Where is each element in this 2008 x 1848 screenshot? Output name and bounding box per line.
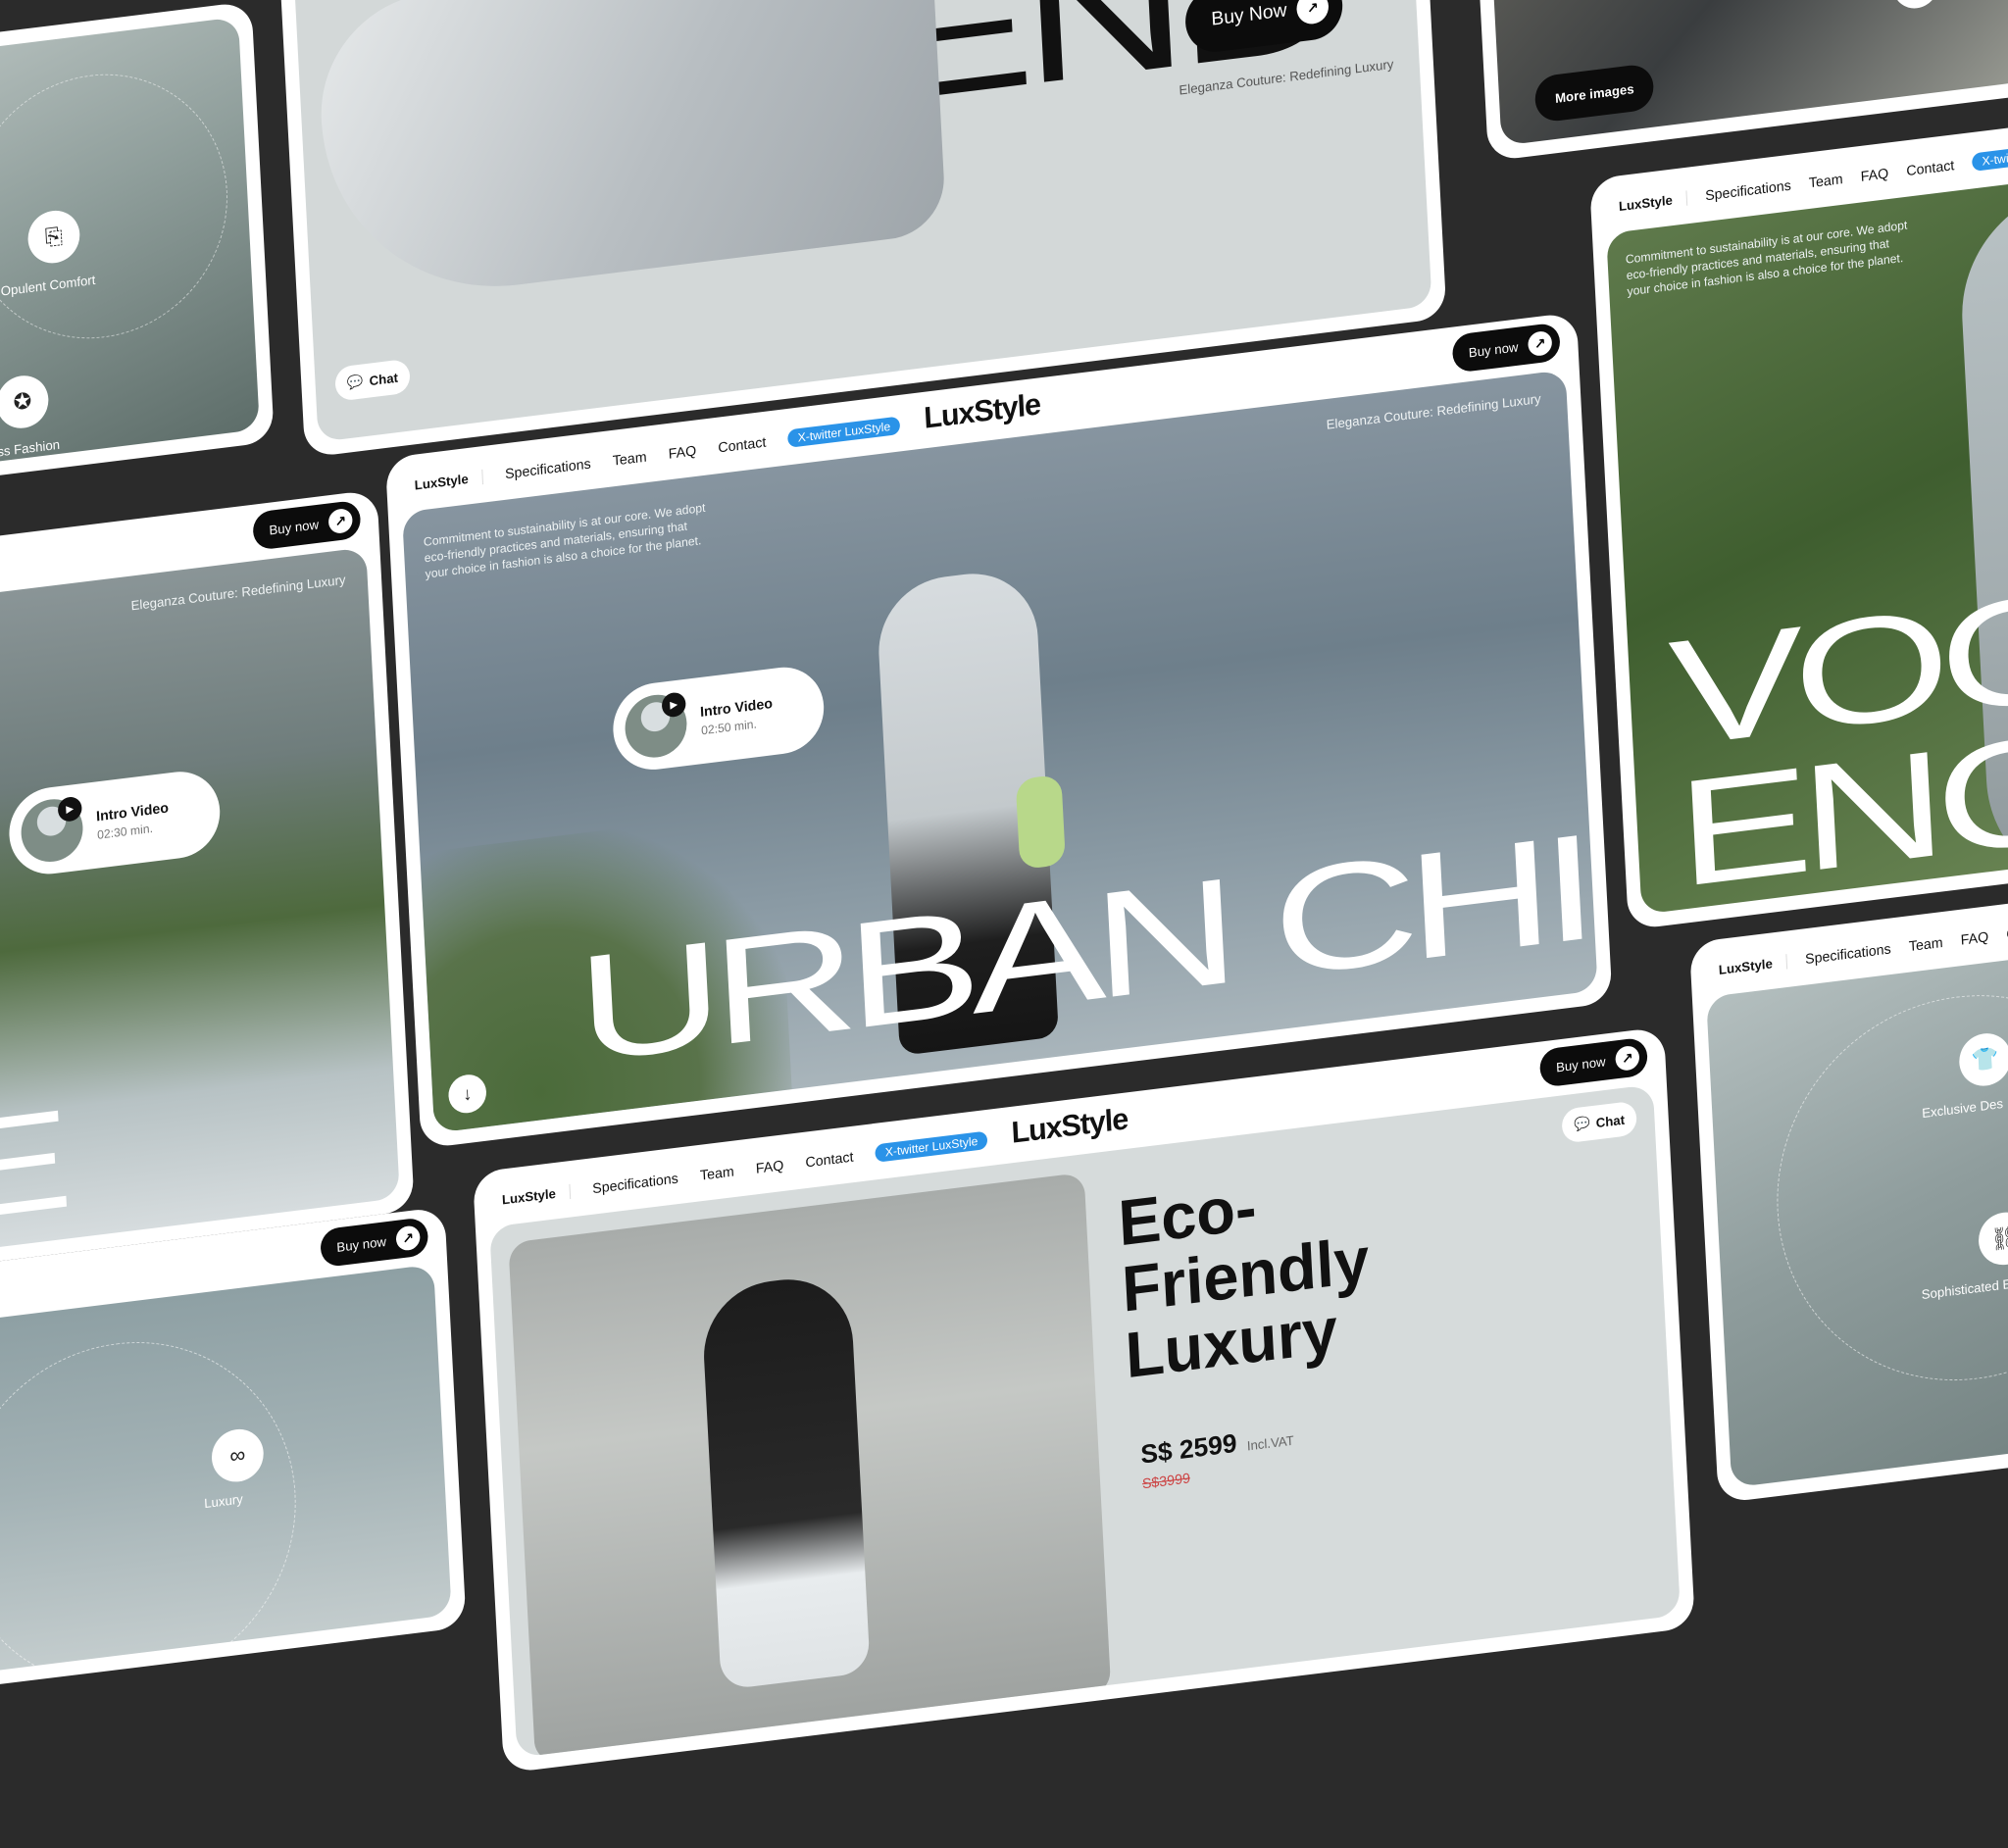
card-image: 👕 Exclusive Des ⛓ Sophisticated Eleganc	[1706, 936, 2008, 1488]
nav-brand[interactable]: LuxStyle	[1718, 953, 1788, 977]
mockup-stage: uxury ⎘ Opulent Comfort ✪ meless Fashion…	[0, 0, 2008, 1773]
headline-left: E	[0, 1079, 66, 1251]
tagline: Eleganza Couture: Redefining Luxury	[1326, 390, 1541, 432]
nav-item-team[interactable]: Team	[1908, 934, 1943, 955]
nav-item-faq[interactable]: FAQ	[1960, 928, 1988, 948]
card-image: uxury ⎘ Opulent Comfort ✪ meless Fashion	[0, 17, 260, 478]
feature-label-timeless: meless Fashion	[0, 436, 61, 464]
nav-item-contact[interactable]: Contact	[805, 1148, 854, 1170]
chat-label: Chat	[369, 369, 399, 388]
chat-button[interactable]: 💬 Chat	[334, 358, 411, 402]
award-icon: ✪	[0, 373, 50, 431]
product-price: S$ 2599	[1139, 1427, 1238, 1470]
arrow-up-right-icon: ↗	[1527, 329, 1553, 358]
nav-item-team[interactable]: Team	[612, 448, 647, 469]
arrow-up-right-icon: ↗	[327, 507, 354, 535]
nav-item-team[interactable]: Team	[700, 1163, 735, 1183]
chat-label: Chat	[1595, 1111, 1626, 1130]
card-image: More images ✎	[1483, 0, 2008, 146]
logo[interactable]: LuxStyle	[924, 388, 1041, 436]
buy-now-label: Buy now	[1468, 338, 1519, 361]
card-bottom-right: LuxStyle Specifications Team FAQ Contact…	[1688, 879, 2008, 1504]
arrow-up-right-icon: ↗	[1295, 0, 1330, 26]
nav-twitter-badge[interactable]: X-twitter LuxStyle	[1971, 139, 2008, 173]
product-image	[508, 1172, 1112, 1758]
card-features-top-left: uxury ⎘ Opulent Comfort ✪ meless Fashion	[0, 1, 275, 494]
more-images-label: More images	[1554, 80, 1634, 106]
buy-now-large-label: Buy Now	[1210, 0, 1287, 30]
nav-item-specifications[interactable]: Specifications	[505, 455, 591, 481]
nav-brand[interactable]: LuxStyle	[414, 469, 484, 493]
card-image: ∞ Luxury	[0, 1264, 452, 1680]
play-icon: ▶	[57, 795, 83, 824]
nav-twitter-badge[interactable]: X-twitter LuxStyle	[875, 1130, 988, 1163]
nav-item-faq[interactable]: FAQ	[1860, 165, 1888, 184]
chat-button[interactable]: 💬 Chat	[1561, 1100, 1638, 1144]
sustainability-text: Commitment to sustainability is at our c…	[423, 500, 706, 581]
card-main-urban-chic: LuxStyle Specifications Team FAQ Contact…	[384, 312, 1613, 1149]
nav-brand[interactable]: LuxStyle	[1618, 189, 1688, 214]
nav-item-faq[interactable]: FAQ	[668, 442, 696, 462]
product-old-price: S$3999	[1141, 1470, 1191, 1492]
buy-now-button[interactable]: Buy now ↗	[252, 499, 362, 551]
nav-item-faq[interactable]: FAQ	[755, 1157, 783, 1176]
nav-brand[interactable]: LuxStyle	[501, 1183, 572, 1208]
card-bottom-left: Buy now ↗ ∞ Luxury	[0, 1206, 467, 1696]
intro-video-thumbnail: ▶	[20, 795, 85, 866]
orbit-circle	[0, 1323, 305, 1680]
orbit-circle	[0, 59, 234, 354]
chat-icon: 💬	[346, 373, 364, 391]
intro-video-card[interactable]: ▶ Intro Video 02:50 min.	[611, 662, 827, 774]
buy-now-label: Buy now	[269, 516, 320, 538]
price-block: S$ 2599 Incl.VAT	[1140, 1421, 1295, 1471]
card-left-intro: Buy now ↗ Eleganza Couture: Redefining L…	[0, 489, 415, 1277]
buy-now-button[interactable]: Buy now ↗	[1451, 322, 1561, 374]
hooded-figure-image	[315, 0, 947, 308]
buy-now-button[interactable]: Buy now ↗	[1538, 1036, 1649, 1088]
buy-now-button[interactable]: Buy now ↗	[320, 1217, 429, 1269]
buy-now-label: Buy now	[1555, 1053, 1606, 1075]
product-vat: Incl.VAT	[1246, 1432, 1295, 1454]
arrow-up-right-icon: ↗	[395, 1224, 421, 1252]
intro-video-thumbnail: ▶	[623, 691, 689, 762]
nav-item-contact[interactable]: Contact	[718, 433, 767, 455]
play-icon: ▶	[661, 691, 687, 719]
chat-icon: 💬	[1573, 1115, 1591, 1132]
more-images-button[interactable]: More images	[1533, 63, 1656, 124]
nav-item-specifications[interactable]: Specifications	[592, 1170, 678, 1196]
product-title: Eco- Friendly Luxury	[1117, 1160, 1375, 1392]
nav-item-contact[interactable]: Contact	[1906, 157, 1955, 178]
logo[interactable]: LuxStyle	[1011, 1103, 1129, 1151]
arrow-up-right-icon: ↗	[1615, 1044, 1640, 1073]
sustainability-text: Commitment to sustainability is at our c…	[1625, 218, 1908, 299]
pen-icon[interactable]: ✎	[1891, 0, 1940, 12]
card-product: LuxStyle Specifications Team FAQ Contact…	[472, 1026, 1695, 1773]
nav-item-specifications[interactable]: Specifications	[1705, 176, 1791, 203]
card-vogue: LuxStyle Specifications Team FAQ Contact…	[1588, 111, 2008, 930]
buy-now-label: Buy now	[336, 1233, 387, 1255]
model-dark-figure	[700, 1272, 871, 1691]
nav-twitter-badge[interactable]: X-twitter LuxStyle	[787, 416, 901, 448]
card-image: Eleganza Couture: Redefining Luxury ▶ In…	[0, 547, 400, 1262]
card-image: Commitment to sustainability is at our c…	[1606, 169, 2008, 915]
nav-item-specifications[interactable]: Specifications	[1805, 940, 1891, 967]
nav-item-team[interactable]: Team	[1808, 171, 1843, 191]
tagline: Eleganza Couture: Redefining Luxury	[130, 572, 346, 614]
intro-video-card[interactable]: ▶ Intro Video 02:30 min.	[7, 767, 223, 879]
crossbody-bag	[1015, 774, 1067, 871]
hero-image: Eleganza Couture: Redefining Luxury Comm…	[401, 370, 1598, 1133]
